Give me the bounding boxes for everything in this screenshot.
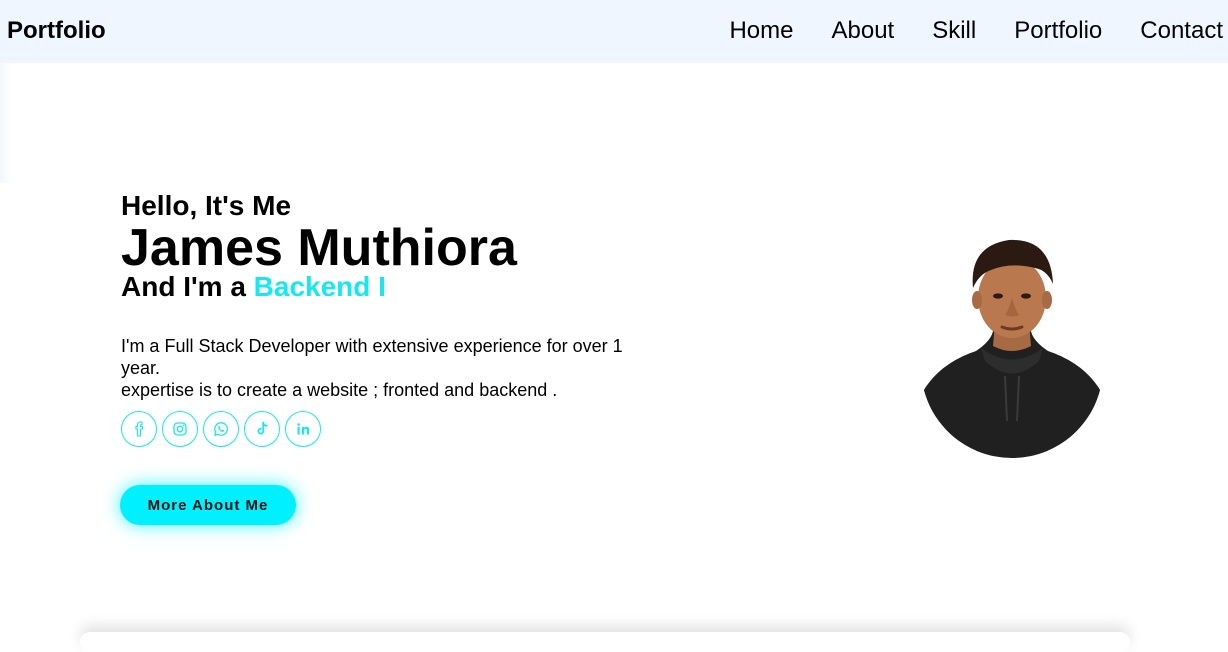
side-shade	[0, 63, 12, 183]
description-line-1: I'm a Full Stack Developer with extensiv…	[121, 336, 623, 378]
description-line-2: expertise is to create a website ; front…	[121, 380, 558, 400]
role-highlight: Backend I	[253, 271, 386, 302]
site-logo[interactable]: Portfolio	[7, 17, 106, 45]
instagram-icon	[173, 422, 187, 436]
profile-avatar	[921, 239, 1103, 458]
more-about-me-button[interactable]: More About Me	[120, 485, 296, 525]
linkedin-icon	[297, 423, 310, 435]
facebook-icon	[135, 421, 144, 437]
nav-home[interactable]: Home	[729, 17, 793, 45]
whatsapp-link[interactable]	[203, 411, 239, 447]
nav-contact[interactable]: Contact	[1140, 17, 1223, 45]
tiktok-icon	[257, 421, 268, 435]
facebook-link[interactable]	[121, 411, 157, 447]
tiktok-link[interactable]	[244, 411, 280, 447]
role-prefix: And I'm a	[121, 271, 254, 302]
nav-skill[interactable]: Skill	[932, 17, 976, 45]
nav-portfolio[interactable]: Portfolio	[1014, 17, 1102, 45]
site-header: Portfolio Home About Skill Portfolio Con…	[0, 0, 1228, 63]
whatsapp-icon	[214, 422, 228, 437]
linkedin-link[interactable]	[285, 411, 321, 447]
social-links	[121, 411, 681, 447]
instagram-link[interactable]	[162, 411, 198, 447]
section-divider-shadow	[80, 632, 1130, 652]
nav-about[interactable]: About	[832, 17, 895, 45]
hero-description: I'm a Full Stack Developer with extensiv…	[121, 335, 661, 401]
main-nav: Home About Skill Portfolio Contact	[729, 17, 1223, 45]
hero-name: James Muthiora	[121, 219, 517, 277]
hero-greeting: Hello, It's Me	[121, 190, 292, 221]
hero-section: Hello, It's Me James Muthiora And I'm a …	[121, 190, 681, 447]
